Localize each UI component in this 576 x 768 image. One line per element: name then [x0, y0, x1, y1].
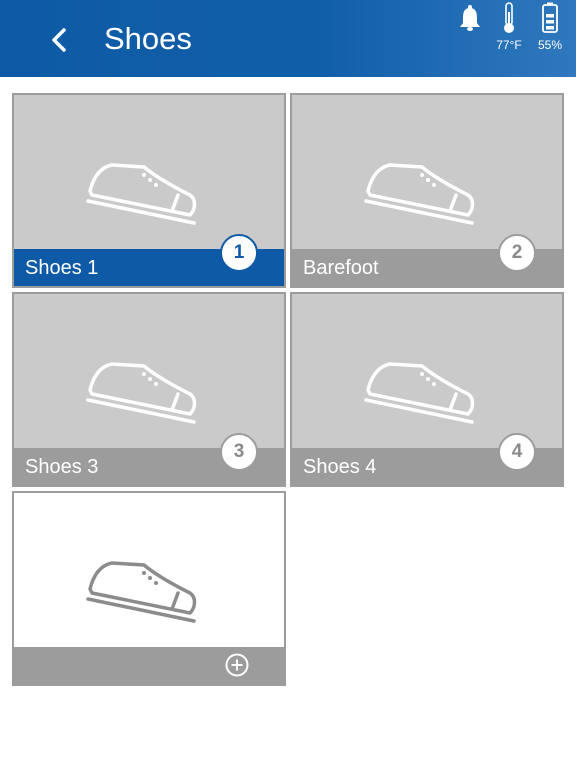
shoe-tile-4[interactable]: Shoes 4 4: [290, 292, 564, 487]
plus-circle-icon: [225, 653, 249, 677]
tile-number-badge: 4: [498, 433, 536, 471]
shoe-icon: [86, 163, 197, 225]
shoe-icon: [364, 163, 475, 225]
temperature-label: 77°F: [496, 38, 522, 52]
thermometer-icon: [504, 2, 514, 33]
notifications-bell[interactable]: [458, 4, 482, 32]
battery-status: 55%: [535, 2, 565, 52]
shoe-icon: [86, 561, 197, 623]
app-header: Shoes 77°F 55%: [0, 0, 576, 77]
temperature-status: 77°F: [494, 2, 524, 52]
page-title: Shoes: [104, 21, 192, 56]
tile-label: Shoes 3: [25, 456, 99, 478]
back-button[interactable]: [40, 20, 80, 60]
tile-number-badge: 2: [498, 234, 536, 272]
add-shoe-tile[interactable]: [12, 491, 286, 686]
bell-icon: [460, 5, 480, 31]
chevron-left-icon: [52, 28, 66, 52]
shoe-icon: [364, 362, 475, 424]
add-shoe-button[interactable]: [224, 652, 250, 678]
tile-label: Shoes 1: [25, 257, 99, 279]
shoe-tile-1[interactable]: Shoes 1 1: [12, 93, 286, 288]
battery-icon: [542, 2, 558, 33]
tile-number-badge: 3: [220, 433, 258, 471]
shoe-tile-3[interactable]: Shoes 3 3: [12, 292, 286, 487]
battery-label: 55%: [537, 38, 563, 52]
tile-label: Barefoot: [303, 257, 379, 279]
tile-number-badge: 1: [220, 234, 258, 272]
shoe-icon: [86, 362, 197, 424]
tile-label-bar: [14, 647, 284, 684]
shoe-tile-2[interactable]: Barefoot 2: [290, 93, 564, 288]
tile-label: Shoes 4: [303, 456, 377, 478]
